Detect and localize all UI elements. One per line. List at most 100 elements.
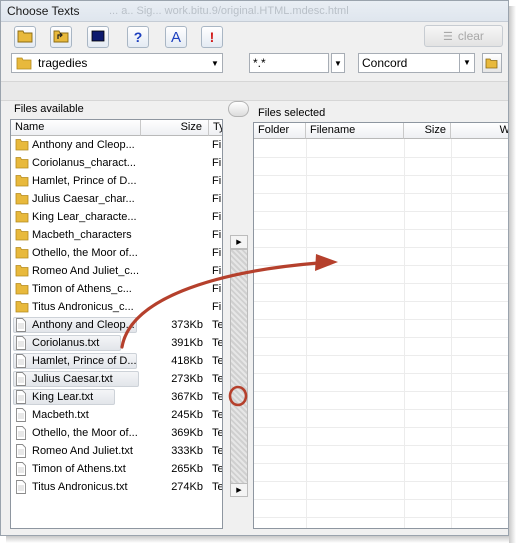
folder-row[interactable]: Timon of Athens_c... Fi — [11, 280, 222, 298]
file-size — [141, 172, 203, 190]
file-type: Fi — [212, 139, 222, 151]
text-file-icon — [15, 462, 29, 476]
column-header-words[interactable]: W — [451, 123, 508, 139]
grid-row-line — [254, 373, 508, 374]
folder-row[interactable]: Coriolanus_charact... Fi — [11, 154, 222, 172]
file-type: Te — [212, 463, 223, 475]
file-type: Te — [212, 391, 223, 403]
file-name: King Lear_characte... — [32, 211, 137, 223]
text-file-icon — [15, 480, 29, 494]
file-row[interactable]: Julius Caesar.txt 273Kb Te — [11, 370, 222, 388]
folder-row[interactable]: Anthony and Cleop... Fi — [11, 136, 222, 154]
scroll-track[interactable] — [230, 249, 248, 487]
file-name: Coriolanus.txt — [32, 337, 100, 349]
window-title-path: ... a.. Sig... work.bitu.9/original.HTML… — [109, 5, 349, 17]
grid-row-line — [254, 157, 508, 158]
separator-band — [1, 81, 508, 101]
file-row[interactable]: Hamlet, Prince of D... 418Kb Te — [11, 352, 222, 370]
grid-row-line — [254, 427, 508, 428]
folder-row[interactable]: Romeo And Juliet_c... Fi — [11, 262, 222, 280]
folder-row[interactable]: Julius Caesar_char... Fi — [11, 190, 222, 208]
file-name: Hamlet, Prince of D... — [32, 175, 137, 187]
scroll-right-arrow-icon[interactable]: ▶ — [230, 235, 248, 249]
font-button[interactable]: A — [165, 26, 187, 48]
file-name: Anthony and Cleop... — [32, 319, 135, 331]
folder-icon — [15, 138, 29, 151]
file-name: Timon of Athens.txt — [32, 463, 126, 475]
folder-row[interactable]: Othello, the Moor of... Fi — [11, 244, 222, 262]
splitter-handle[interactable] — [228, 101, 249, 117]
parent-folder-button[interactable] — [50, 26, 72, 48]
grid-row-line — [254, 283, 508, 284]
file-type: Te — [212, 427, 223, 439]
alert-button[interactable]: ! — [201, 26, 223, 48]
file-name: Titus Andronicus_c... — [32, 301, 134, 313]
mask-field[interactable]: *.* — [249, 53, 329, 73]
file-row[interactable]: Timon of Athens.txt 265Kb Te — [11, 460, 222, 478]
column-header-type[interactable]: Ty — [209, 120, 222, 136]
file-type: Te — [212, 445, 223, 457]
text-file-icon — [15, 408, 29, 422]
grid-row-line — [254, 301, 508, 302]
browse-folder-button[interactable] — [482, 53, 502, 73]
grid-column-line — [451, 139, 452, 528]
chevron-down-icon: ▼ — [211, 58, 219, 68]
mode-combo[interactable]: Concord ▼ — [358, 53, 475, 73]
folder-row[interactable]: Macbeth_characters Fi — [11, 226, 222, 244]
file-size: 373Kb — [171, 319, 203, 331]
file-type: Fi — [212, 265, 222, 277]
file-size — [141, 298, 203, 316]
grid-row-line — [254, 463, 508, 464]
column-header-filename[interactable]: Filename — [306, 123, 404, 139]
file-type: Te — [212, 373, 223, 385]
file-row[interactable]: Anthony and Cleop... 373Kb Te — [11, 316, 222, 334]
column-header-folder[interactable]: Folder — [254, 123, 306, 139]
alert-icon: ! — [209, 29, 215, 45]
file-row[interactable]: King Lear.txt 367Kb Te — [11, 388, 222, 406]
mask-value: *.* — [253, 56, 266, 70]
text-file-icon — [15, 372, 29, 386]
window-shadow — [6, 536, 509, 543]
column-header-size[interactable]: Size — [141, 120, 209, 136]
file-type: Fi — [212, 175, 222, 187]
grid-row-line — [254, 517, 508, 518]
display-button[interactable] — [87, 26, 109, 48]
clear-button[interactable]: ☰ clear — [424, 25, 503, 47]
files-available-list[interactable]: Name Size Ty Anthony and Cleop...FiCorio… — [10, 119, 223, 529]
window-title: Choose Texts — [7, 4, 80, 18]
file-type: Fi — [212, 301, 222, 313]
text-file-icon — [15, 336, 29, 350]
files-selected-list[interactable]: Folder Filename Size W — [253, 122, 508, 529]
folder-row[interactable]: Hamlet, Prince of D... Fi — [11, 172, 222, 190]
file-row[interactable]: Macbeth.txt 245Kb Te — [11, 406, 222, 424]
folder-row[interactable]: King Lear_characte... Fi — [11, 208, 222, 226]
help-button[interactable]: ? — [127, 26, 149, 48]
monitor-icon — [91, 29, 105, 45]
file-type: Fi — [212, 211, 222, 223]
grid-row-line — [254, 265, 508, 266]
file-row[interactable]: Othello, the Moor of... 369Kb Te — [11, 424, 222, 442]
grid-row-line — [254, 229, 508, 230]
folder-icon — [16, 57, 32, 70]
clear-label: clear — [457, 29, 484, 43]
file-type: Te — [212, 481, 223, 493]
file-row[interactable]: Coriolanus.txt 391Kb Te — [11, 334, 222, 352]
file-name: Romeo And Juliet_c... — [32, 265, 140, 277]
folder-icon — [15, 246, 29, 259]
file-name: Titus Andronicus.txt — [32, 481, 128, 493]
column-header-name[interactable]: Name — [11, 120, 141, 136]
file-type: Fi — [212, 247, 222, 259]
file-row[interactable]: Romeo And Juliet.txt 333Kb Te — [11, 442, 222, 460]
folder-up-icon — [53, 29, 69, 46]
file-row[interactable]: Titus Andronicus.txt 274Kb Te — [11, 478, 222, 496]
splitter-scrollbar[interactable]: ▶ ▶ — [228, 101, 249, 525]
mode-value: Concord — [362, 56, 408, 70]
mask-dropdown-button[interactable]: ▼ — [331, 53, 345, 73]
column-header-size[interactable]: Size — [404, 123, 451, 139]
folder-combo[interactable]: tragedies ▼ — [11, 53, 223, 73]
folder-row[interactable]: Titus Andronicus_c... Fi — [11, 298, 222, 316]
scroll-right-arrow-icon[interactable]: ▶ — [230, 483, 248, 497]
open-folder-button[interactable] — [14, 26, 36, 48]
title-bar: Choose Texts ... a.. Sig... work.bitu.9/… — [1, 1, 508, 22]
grid-row-line — [254, 499, 508, 500]
